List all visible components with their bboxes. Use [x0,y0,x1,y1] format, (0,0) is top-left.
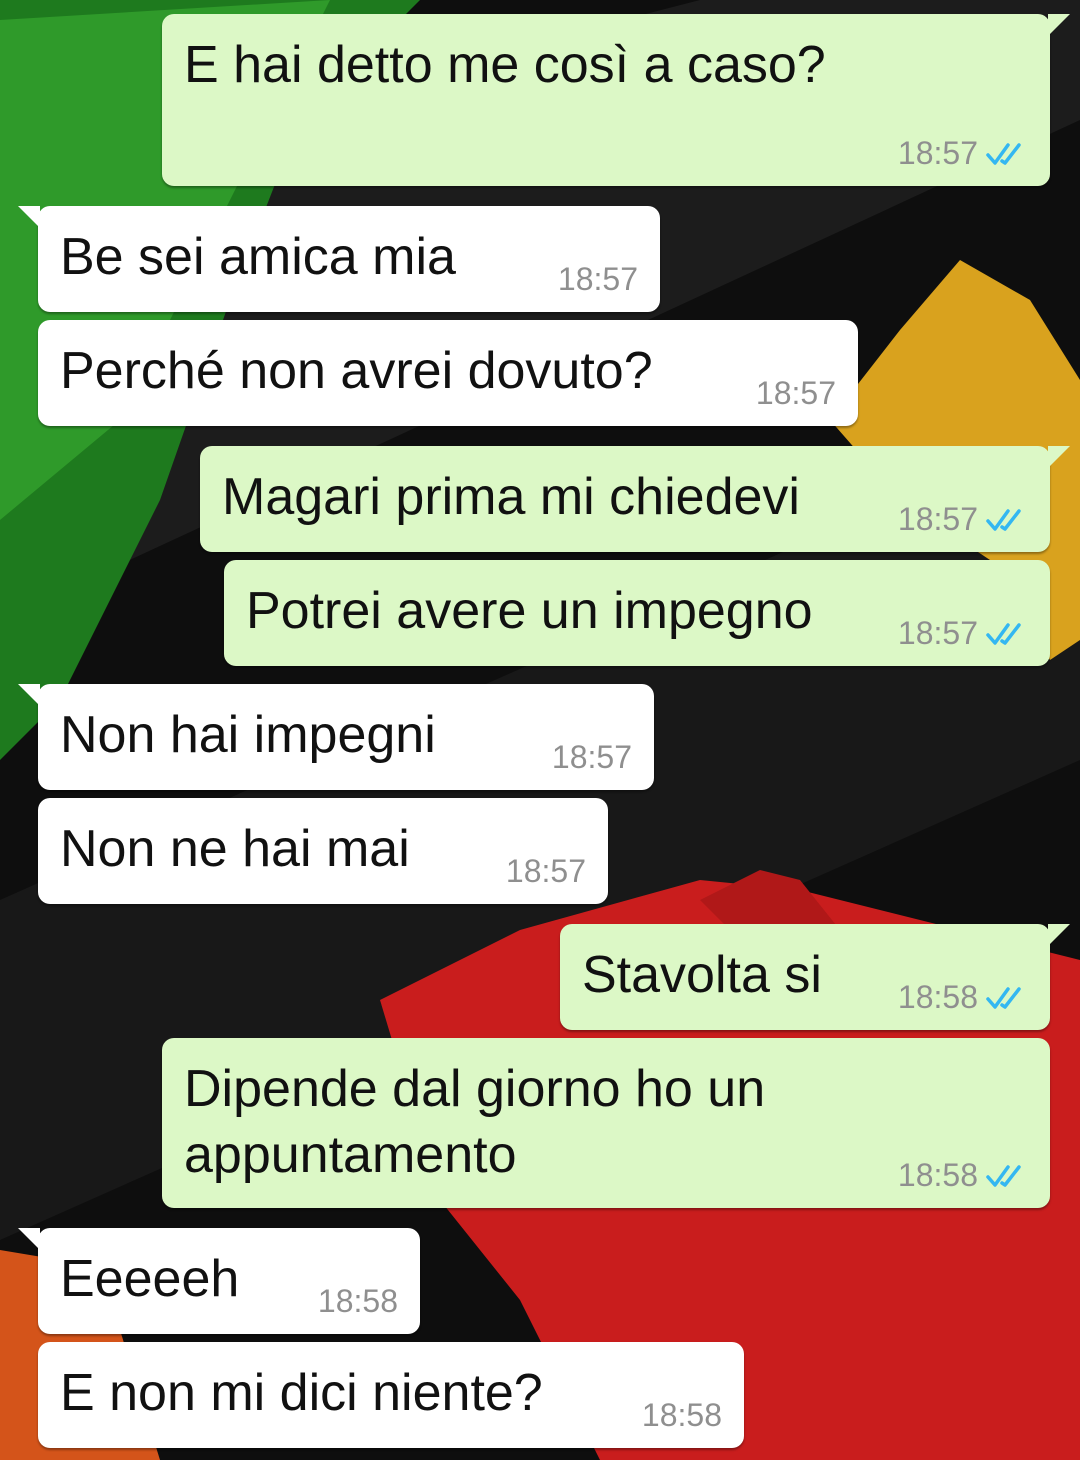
message-bubble[interactable]: Potrei avere un impegno 18:57 [224,560,1050,666]
bubble-tail [1048,446,1070,468]
message-text: Eeeeeh [60,1250,240,1308]
message-text: E non mi dici niente? [60,1364,543,1422]
double-check-icon [986,986,1021,1009]
message-time: 18:57 [755,375,836,411]
message-text: Stavolta si [582,946,822,1004]
message-text: Non hai impegni [60,706,436,764]
message-bubble[interactable]: E non mi dici niente? 18:58 [38,1342,744,1448]
message-time: 18:58 [641,1397,722,1433]
message-time: 18:58 [317,1283,398,1319]
bubble-tail [18,206,40,228]
message-meta: 18:57 [898,615,1028,652]
message-bubble[interactable]: Non hai impegni 18:57 [18,684,654,790]
double-check-icon [986,622,1021,645]
message-bubble[interactable]: Magari prima mi chiedevi 18:57 [200,446,1070,552]
bubble-tail [18,684,40,706]
message-text: Dipende dal giorno ho un appuntamento [184,1060,766,1184]
message-bubble[interactable]: Be sei amica mia 18:57 [18,206,660,312]
message-bubble[interactable]: Eeeeeh 18:58 [18,1228,420,1334]
message-bubble[interactable]: E hai detto me così a caso? 18:57 [162,14,1070,186]
message-time: 18:57 [505,853,586,889]
message-bubble[interactable]: Stavolta si 18:58 [560,924,1070,1030]
bubble-tail [1048,924,1070,946]
message-text: E hai detto me così a caso? [184,36,826,94]
message-meta: 18:58 [318,1283,398,1320]
message-meta: 18:57 [506,853,586,890]
message-bubble[interactable]: Perché non avrei dovuto? 18:57 [38,320,858,426]
message-meta: 18:57 [898,135,1028,172]
message-bubble[interactable]: Non ne hai mai 18:57 [38,798,608,904]
message-text: Potrei avere un impegno [246,582,813,640]
message-text: Be sei amica mia [60,228,456,286]
message-meta: 18:57 [898,501,1028,538]
message-meta: 18:57 [558,261,638,298]
message-meta: 18:58 [898,979,1028,1016]
message-meta: 18:57 [552,739,632,776]
message-time: 18:58 [897,979,978,1015]
message-time: 18:57 [557,261,638,297]
message-time: 18:57 [897,615,978,651]
message-meta: 18:58 [642,1397,722,1434]
message-time: 18:57 [897,501,978,537]
double-check-icon [986,1164,1021,1187]
message-time: 18:57 [897,135,978,171]
double-check-icon [986,508,1021,531]
message-time: 18:57 [551,739,632,775]
message-meta: 18:58 [898,1157,1028,1194]
message-text: Non ne hai mai [60,820,410,878]
message-time: 18:58 [897,1157,978,1193]
double-check-icon [986,142,1021,165]
message-text: Perché non avrei dovuto? [60,342,653,400]
message-meta: 18:57 [756,375,836,412]
bubble-tail [1048,14,1070,36]
message-bubble[interactable]: Dipende dal giorno ho un appuntamento 18… [162,1038,1050,1208]
message-text: Magari prima mi chiedevi [222,468,800,526]
bubble-tail [18,1228,40,1250]
